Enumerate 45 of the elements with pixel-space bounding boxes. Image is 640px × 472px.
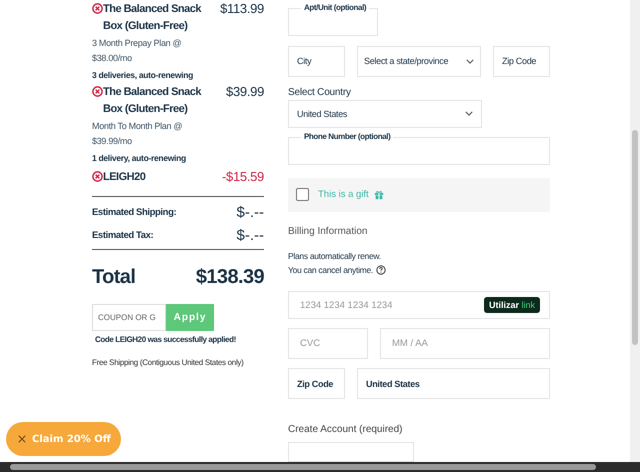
delivery-text: 3 deliveries, auto-renewing bbox=[92, 69, 194, 82]
discount-amount: -$15.59 bbox=[222, 169, 264, 184]
chevron-down-icon bbox=[466, 58, 474, 64]
renewal-note: Plans automatically renew. bbox=[288, 250, 381, 264]
coupon-success-message: Code LEIGH20 was successfully applied! bbox=[94, 335, 237, 344]
country-select[interactable]: United States bbox=[288, 100, 482, 128]
billing-country-field[interactable]: United States bbox=[357, 368, 550, 400]
product-title: The Balanced Snack Box (Gluten-Free) bbox=[103, 85, 202, 117]
estimate-label: Estimated Shipping: bbox=[92, 207, 176, 218]
state-select[interactable]: Select a state/province bbox=[357, 46, 481, 77]
help-icon[interactable] bbox=[376, 265, 386, 276]
billing-zip-field[interactable]: Zip Code bbox=[288, 368, 345, 400]
gift-checkbox[interactable] bbox=[296, 188, 309, 202]
estimate-label: Estimated Tax: bbox=[92, 230, 154, 241]
estimate-value: $-.-- bbox=[236, 227, 264, 244]
chevron-down-icon bbox=[465, 111, 473, 116]
total-value: $138.39 bbox=[196, 266, 264, 289]
estimate-value: $-.-- bbox=[236, 204, 264, 221]
create-account-heading: Create Account (required) bbox=[288, 424, 404, 436]
cvc-field[interactable]: CVC bbox=[288, 328, 368, 360]
remove-icon[interactable] bbox=[92, 171, 103, 182]
renewal-note: You can cancel anytime. bbox=[288, 264, 373, 278]
discount-code: LEIGH20 bbox=[103, 170, 146, 185]
country-label: Select Country bbox=[288, 86, 352, 98]
billing-heading: Billing Information bbox=[288, 226, 368, 238]
total-label: Total bbox=[92, 266, 136, 289]
expiry-field[interactable]: MM / AA bbox=[380, 328, 550, 360]
link-pay-button[interactable]: Utilizar link bbox=[484, 297, 540, 314]
product-price: $39.99 bbox=[226, 84, 264, 99]
product-title: The Balanced Snack Box (Gluten-Free) bbox=[103, 2, 202, 34]
remove-icon[interactable] bbox=[92, 3, 103, 14]
plan-text: Month To Month Plan @ $39.99/mo bbox=[92, 120, 184, 148]
apt-field-label: Apt/Unit (optional) bbox=[301, 3, 370, 12]
phone-field-label: Phone Number (optional) bbox=[301, 132, 394, 141]
product-price: $113.99 bbox=[220, 1, 264, 16]
plan-text: 3 Month Prepay Plan @ $38.00/mo bbox=[92, 37, 182, 65]
card-number-field[interactable]: 1234 1234 1234 1234 Utilizar link bbox=[288, 291, 550, 320]
coupon-field[interactable]: COUPON OR G bbox=[92, 304, 166, 331]
city-field[interactable]: City bbox=[288, 46, 345, 77]
delivery-text: 1 delivery, auto-renewing bbox=[92, 152, 187, 165]
shipping-note: Free Shipping (Contiguous United States only) bbox=[92, 358, 244, 367]
close-icon[interactable] bbox=[18, 435, 26, 443]
zip-code-field[interactable]: Zip Code bbox=[493, 46, 550, 77]
gift-icon bbox=[374, 190, 384, 200]
remove-icon[interactable] bbox=[92, 86, 103, 97]
